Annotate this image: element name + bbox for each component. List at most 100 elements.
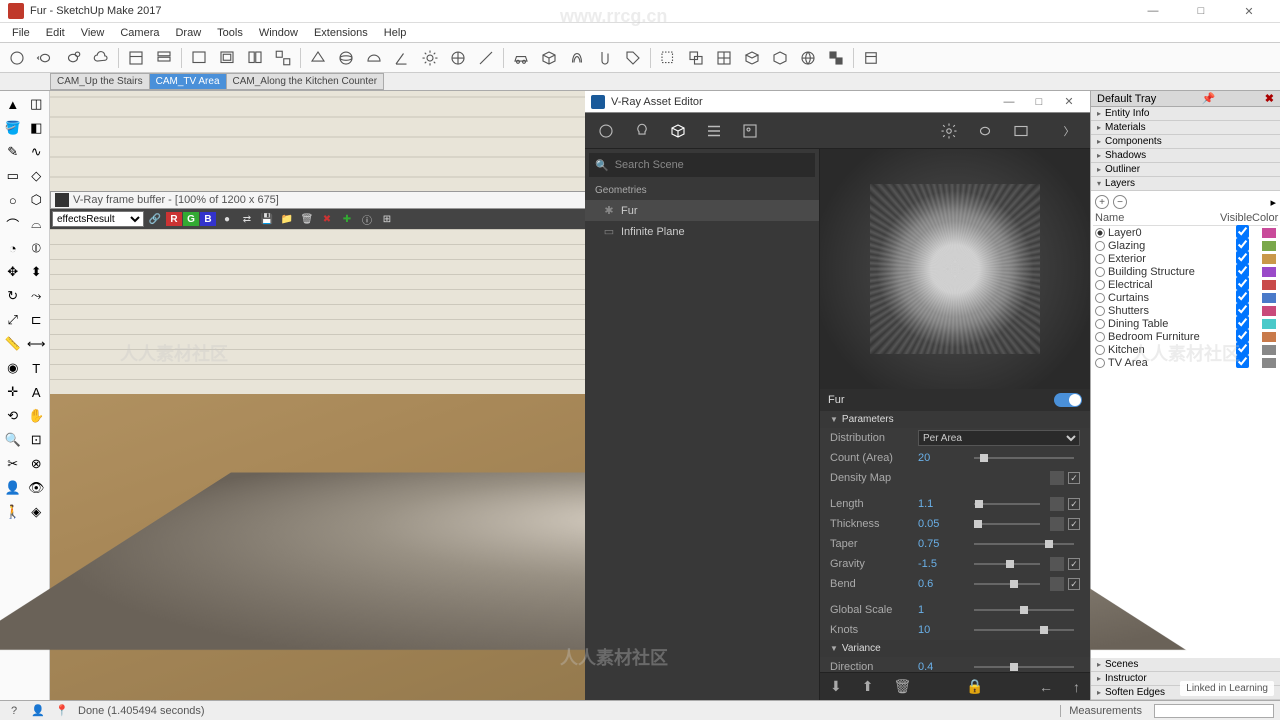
vray-render-icon[interactable] bbox=[4, 45, 30, 71]
pushpull-icon[interactable]: ⬍ bbox=[26, 261, 48, 283]
blue-channel-button[interactable]: B bbox=[200, 212, 216, 226]
tray-pin-icon[interactable]: 📌 bbox=[1202, 92, 1216, 105]
pencil-icon[interactable]: ✎ bbox=[2, 141, 24, 163]
vray-interactive-icon[interactable] bbox=[60, 45, 86, 71]
red-channel-button[interactable]: R bbox=[166, 212, 182, 226]
menu-draw[interactable]: Draw bbox=[167, 25, 209, 41]
bend-map-button[interactable] bbox=[1050, 577, 1064, 591]
text-icon[interactable]: T bbox=[26, 357, 48, 379]
channel-select[interactable]: effectsResult bbox=[52, 211, 144, 227]
lasso-tool-icon[interactable]: ◫ bbox=[26, 93, 48, 115]
freehand-icon[interactable]: ∿ bbox=[26, 141, 48, 163]
status-help-icon[interactable]: ? bbox=[6, 703, 22, 719]
select2-icon[interactable] bbox=[683, 45, 709, 71]
vrae-close-button[interactable]: ✕ bbox=[1054, 95, 1084, 108]
textures-tab-icon[interactable] bbox=[739, 120, 761, 142]
thickness-map-button[interactable] bbox=[1050, 517, 1064, 531]
import-icon[interactable]: ⬇ bbox=[830, 678, 842, 695]
layer-add-button[interactable]: + bbox=[1095, 195, 1109, 209]
thickness-value[interactable]: 0.05 bbox=[918, 518, 968, 530]
stack-icon[interactable] bbox=[151, 45, 177, 71]
bend-value[interactable]: 0.6 bbox=[918, 578, 968, 590]
select-tool-icon[interactable]: ▲ bbox=[2, 93, 24, 115]
layer-radio[interactable] bbox=[1095, 332, 1105, 342]
panel-outliner[interactable]: Outliner bbox=[1091, 163, 1280, 177]
maximize-button[interactable]: □ bbox=[1178, 1, 1224, 21]
arc-icon[interactable]: ⌒ bbox=[2, 213, 24, 235]
knots-slider[interactable] bbox=[974, 629, 1074, 631]
close-button[interactable]: ✕ bbox=[1226, 1, 1272, 21]
layer-radio[interactable] bbox=[1095, 280, 1105, 290]
pie-icon[interactable]: ◔ bbox=[2, 237, 24, 259]
layer-row[interactable]: TV Area bbox=[1093, 356, 1278, 369]
mesh-icon[interactable] bbox=[445, 45, 471, 71]
layer-color-swatch[interactable] bbox=[1262, 254, 1276, 264]
scale-icon[interactable]: ⤢ bbox=[2, 309, 24, 331]
move-icon[interactable]: ✥ bbox=[2, 261, 24, 283]
dimension-icon[interactable]: ⟷ bbox=[26, 333, 48, 355]
vrae-minimize-button[interactable]: — bbox=[994, 96, 1024, 108]
look-around-icon[interactable]: 👁 bbox=[26, 477, 48, 499]
box-icon[interactable] bbox=[536, 45, 562, 71]
layer-color-swatch[interactable] bbox=[1262, 332, 1276, 342]
grid-icon[interactable] bbox=[711, 45, 737, 71]
redo-icon[interactable]: ↑ bbox=[1073, 679, 1080, 695]
density-map-button[interactable] bbox=[1050, 471, 1064, 485]
scene-tab-kitchen[interactable]: CAM_Along the Kitchen Counter bbox=[226, 73, 385, 90]
materials-tab-icon[interactable] bbox=[595, 120, 617, 142]
clear-icon[interactable]: ✖ bbox=[318, 211, 336, 227]
fur-icon[interactable] bbox=[564, 45, 590, 71]
walk-icon[interactable]: 🚶 bbox=[2, 501, 24, 523]
menu-edit[interactable]: Edit bbox=[38, 25, 73, 41]
vray-cloud-icon[interactable] bbox=[88, 45, 114, 71]
folder-icon[interactable]: 📁 bbox=[278, 211, 296, 227]
zoom-extents-icon[interactable]: ✂ bbox=[2, 453, 24, 475]
length-map-button[interactable] bbox=[1050, 497, 1064, 511]
bend-slider[interactable] bbox=[974, 583, 1040, 585]
tag-icon[interactable] bbox=[620, 45, 646, 71]
expand-icon[interactable]: 〉 bbox=[1058, 120, 1080, 142]
length-checkbox[interactable] bbox=[1068, 498, 1080, 510]
layer-radio[interactable] bbox=[1095, 241, 1105, 251]
frame4-icon[interactable] bbox=[270, 45, 296, 71]
frame3-icon[interactable] bbox=[242, 45, 268, 71]
menu-tools[interactable]: Tools bbox=[209, 25, 251, 41]
mono-icon[interactable]: ● bbox=[218, 211, 236, 227]
trash-icon[interactable]: 🗑 bbox=[298, 211, 316, 227]
arc2-icon[interactable]: ⌓ bbox=[26, 213, 48, 235]
layer-radio[interactable] bbox=[1095, 267, 1105, 277]
add-icon[interactable]: ✚ bbox=[338, 211, 356, 227]
viewport[interactable]: V-Ray frame buffer - [100% of 1200 x 675… bbox=[50, 91, 1090, 700]
framebuffer-tab-icon[interactable] bbox=[1010, 120, 1032, 142]
layer-color-swatch[interactable] bbox=[1262, 319, 1276, 329]
gscale-slider[interactable] bbox=[974, 609, 1074, 611]
lights-tab-icon[interactable] bbox=[631, 120, 653, 142]
lock-icon[interactable]: 🔒 bbox=[966, 678, 983, 695]
zoom-window-icon[interactable]: ⊡ bbox=[26, 429, 48, 451]
protractor-icon[interactable]: ◉ bbox=[2, 357, 24, 379]
menu-help[interactable]: Help bbox=[376, 25, 415, 41]
layer-visible-checkbox[interactable] bbox=[1226, 355, 1258, 371]
panel-shadows[interactable]: Shadows bbox=[1091, 149, 1280, 163]
package-icon[interactable] bbox=[858, 45, 884, 71]
layer-radio[interactable] bbox=[1095, 228, 1105, 238]
var-direction-slider[interactable] bbox=[974, 666, 1074, 668]
menu-camera[interactable]: Camera bbox=[112, 25, 167, 41]
rectangle-icon[interactable]: ▭ bbox=[2, 165, 24, 187]
vrae-titlebar[interactable]: V-Ray Asset Editor — □ ✕ bbox=[585, 91, 1090, 113]
history-icon[interactable]: ⊞ bbox=[378, 211, 396, 227]
menu-file[interactable]: File bbox=[4, 25, 38, 41]
gravity-map-button[interactable] bbox=[1050, 557, 1064, 571]
distribution-select[interactable]: Per Area bbox=[918, 430, 1080, 446]
panel-components[interactable]: Components bbox=[1091, 135, 1280, 149]
vrae-maximize-button[interactable]: □ bbox=[1024, 96, 1054, 108]
export-icon[interactable]: ⬆ bbox=[862, 678, 874, 695]
gravity-slider[interactable] bbox=[974, 563, 1040, 565]
status-geo-icon[interactable]: 📍 bbox=[54, 703, 70, 719]
layer-color-swatch[interactable] bbox=[1262, 228, 1276, 238]
scene-tab-stairs[interactable]: CAM_Up the Stairs bbox=[50, 73, 150, 90]
fur-header[interactable]: Fur bbox=[820, 389, 1090, 411]
layer-radio[interactable] bbox=[1095, 345, 1105, 355]
length-slider[interactable] bbox=[974, 503, 1040, 505]
menu-view[interactable]: View bbox=[73, 25, 113, 41]
